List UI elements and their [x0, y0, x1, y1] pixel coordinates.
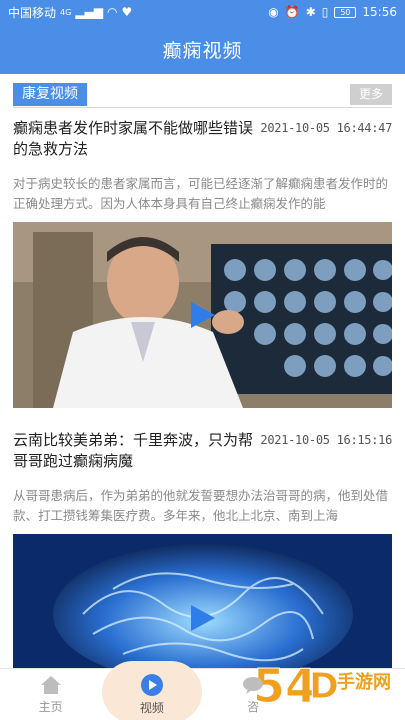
wifi-icon: ◠: [107, 5, 118, 19]
battery-indicator: 50: [334, 6, 357, 18]
vibrate-icon: ▯: [321, 5, 329, 19]
video-thumbnail[interactable]: [13, 222, 392, 408]
nav-label-video: 视频: [139, 700, 164, 715]
carrier-label: 中国移动: [8, 5, 57, 20]
network-label: 4G: [60, 7, 72, 17]
article-card[interactable]: 云南比较美弟弟：千里奔波，只为帮哥哥跑过癫痫病魔 2021-10-05 16:1…: [13, 430, 392, 670]
clock: 15:56: [362, 5, 397, 19]
svg-text:手游网: 手游网: [337, 671, 391, 693]
more-button[interactable]: 更多: [350, 84, 392, 105]
eye-icon: ◉: [268, 5, 279, 19]
article-time: 2021-10-05 16:44:47: [260, 121, 392, 135]
bluetooth-icon: ✱: [305, 5, 316, 19]
article-card[interactable]: 癫痫患者发作时家属不能做哪些错误的急救方法 2021-10-05 16:44:4…: [13, 118, 392, 408]
play-icon[interactable]: [190, 302, 215, 328]
nav-label-home: 主页: [38, 699, 63, 714]
home-icon: [40, 675, 61, 694]
play-icon[interactable]: [190, 605, 215, 632]
svg-text:D: D: [309, 666, 339, 707]
chat-icon: [243, 676, 264, 694]
nav-label-consult: 咨: [247, 699, 260, 714]
app-bar: 癫痫视频: [0, 24, 405, 74]
alarm-icon: ⏰: [284, 5, 300, 19]
article-title[interactable]: 癫痫患者发作时家属不能做哪些错误的急救方法: [13, 118, 261, 160]
nav-item-video[interactable]: 视频: [101, 669, 202, 720]
page-title: 癫痫视频: [162, 39, 243, 62]
article-title[interactable]: 云南比较美弟弟：千里奔波，只为帮哥哥跑过癫痫病魔: [13, 430, 261, 472]
section-divider: [13, 107, 392, 108]
section-header: 康复视频 更多: [0, 82, 405, 108]
signal-icon: ▂▄▆: [75, 5, 103, 19]
status-bar: 中国移动 4G ▂▄▆ ◠ ♥ ◉ ⏰ ✱ ▯ 50 15:56: [0, 0, 405, 24]
article-summary: 从哥哥患病后，作为弟弟的他就发誓要想办法治哥哥的病，他到处借款、打工攒钱筹集医疗…: [13, 488, 389, 523]
heart-icon: ♥: [121, 5, 133, 19]
section-tag: 康复视频: [13, 83, 87, 106]
article-summary: 对于病史较长的患者家属而言，可能已经逐渐了解癫痫患者发作时的正确处理方式。因为人…: [13, 176, 389, 211]
site-watermark-logo: 54 D 手游网: [251, 640, 399, 720]
play-icon: [140, 673, 163, 696]
nav-item-home[interactable]: 主页: [0, 669, 101, 720]
article-time: 2021-10-05 16:15:16: [260, 433, 392, 447]
